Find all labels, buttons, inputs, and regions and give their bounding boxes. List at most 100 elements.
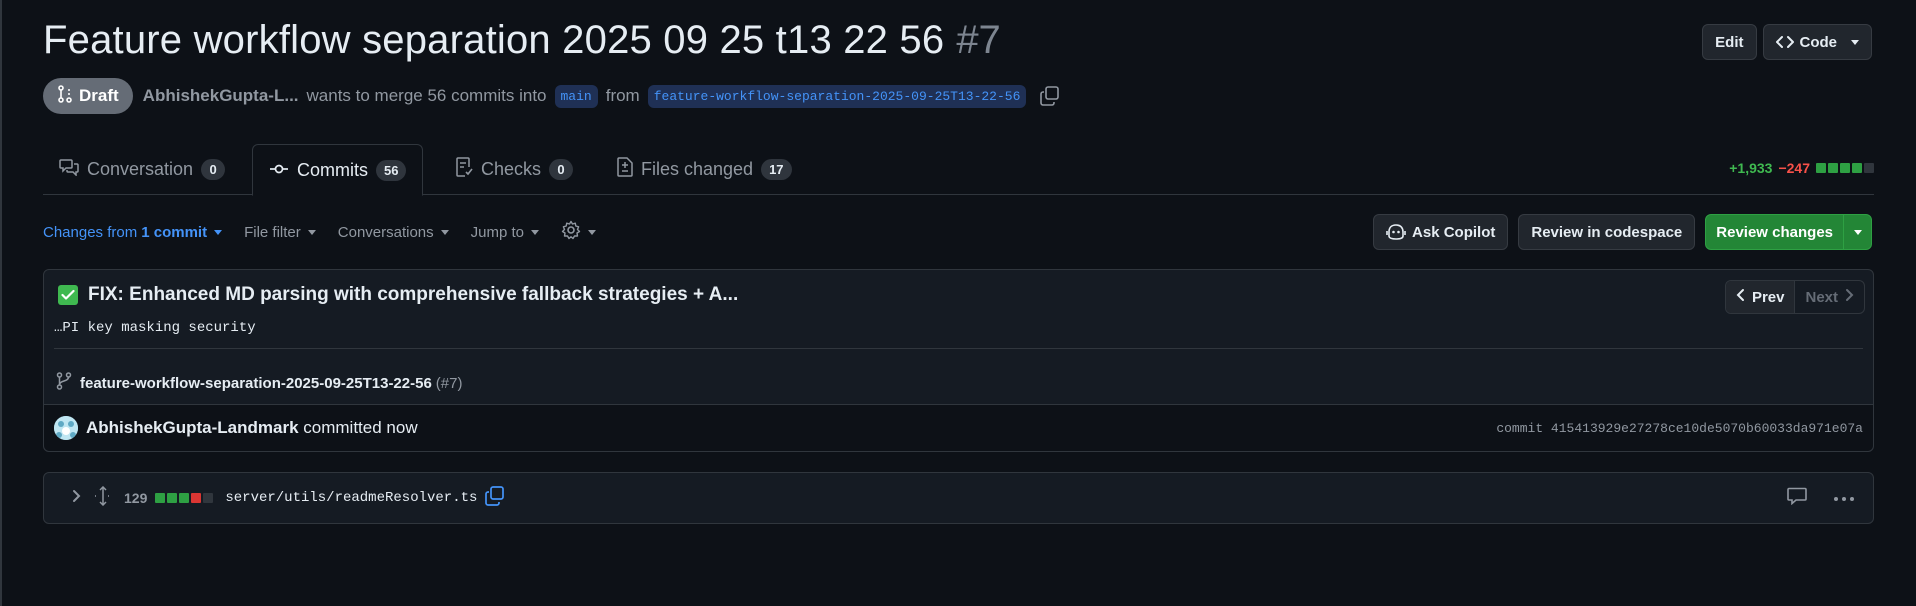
chevron-down-icon — [588, 229, 597, 235]
committer-info: AbhishekGupta-Landmark committed now — [86, 418, 418, 438]
prev-label: Prev — [1751, 288, 1785, 306]
commit-title: FIX: Enhanced MD parsing with comprehens… — [88, 284, 739, 305]
files-toolbar: Changes from 1 commit File filter Conver… — [43, 214, 597, 250]
chevron-down-icon — [531, 229, 540, 235]
jump-to-dropdown[interactable]: Jump to — [471, 224, 540, 241]
diffstat-block — [191, 493, 202, 503]
deletions-count: −247 — [1778, 160, 1810, 176]
base-branch[interactable]: main — [554, 84, 598, 108]
review-changes-button[interactable]: Review changes — [1705, 214, 1872, 250]
tab-files-changed[interactable]: Files changed 17 — [601, 144, 808, 195]
tab-conversation[interactable]: Conversation 0 — [43, 144, 241, 195]
tab-counter: 0 — [549, 159, 574, 180]
commit-details: FIX: Enhanced MD parsing with comprehens… — [43, 269, 1874, 452]
git-pull-request-draft-icon — [57, 84, 73, 108]
chevron-down-icon — [1851, 39, 1859, 45]
avatar[interactable] — [54, 416, 78, 440]
commit-branch-row: feature-workflow-separation-2025-09-25T1… — [56, 372, 462, 394]
chevron-right-icon[interactable] — [70, 488, 82, 509]
tab-counter: 56 — [376, 159, 407, 181]
review-changes-label: Review changes — [1716, 223, 1833, 241]
unfold-icon[interactable] — [94, 485, 112, 511]
commit-pr-link[interactable]: (#7) — [436, 375, 463, 392]
tab-label: Checks — [481, 159, 542, 179]
chevron-left-icon — [1736, 288, 1746, 306]
diffstat-blocks — [1816, 163, 1874, 173]
head-branch[interactable]: feature-workflow-separation-2025-09-25T1… — [647, 84, 1027, 108]
review-in-codespace-button[interactable]: Review in codespace — [1518, 214, 1696, 250]
tab-label: Files changed — [641, 159, 754, 179]
diffstat-block — [203, 493, 214, 503]
file-filter-label: File filter — [244, 223, 301, 241]
commit-body: …PI key masking security — [54, 320, 256, 336]
next-label: Next — [1805, 288, 1838, 306]
diffstat-block — [1840, 163, 1850, 173]
status-badge: Draft — [43, 78, 133, 114]
tab-counter: 0 — [201, 159, 226, 180]
from-text: from — [605, 86, 640, 105]
copilot-icon — [1386, 223, 1406, 241]
code-button-label: Code — [1799, 33, 1838, 51]
changes-from-value: 1 commit — [141, 223, 208, 241]
chevron-down-icon — [440, 229, 449, 235]
file-path[interactable]: server/utils/readmeResolver.ts — [225, 490, 477, 506]
chevron-right-icon — [1844, 288, 1854, 306]
diffstat-block — [1828, 163, 1838, 173]
diffstat-block — [1816, 163, 1826, 173]
commit-sha[interactable]: commit 415413929e27278ce10de5070b60033da… — [1496, 421, 1863, 436]
tab-counter: 17 — [761, 159, 792, 180]
tab-checks[interactable]: Checks 0 — [439, 144, 589, 195]
review-tools: Ask Copilot Review in codespace Review c… — [1373, 214, 1872, 250]
tab-label: Conversation — [87, 159, 194, 179]
chevron-down-icon — [214, 229, 223, 235]
file-header: 129 server/utils/readmeResolver.ts — [43, 472, 1874, 524]
edit-button[interactable]: Edit — [1702, 24, 1757, 60]
prev-commit-button[interactable]: Prev — [1725, 281, 1796, 313]
tab-commits[interactable]: Commits 56 — [252, 144, 424, 196]
diffstat-block — [179, 493, 190, 503]
chevron-down-icon — [307, 229, 316, 235]
copy-icon[interactable] — [1040, 86, 1060, 106]
settings-dropdown[interactable] — [561, 220, 597, 244]
copy-icon[interactable] — [485, 485, 505, 511]
commit-pager: Prev Next — [1724, 280, 1865, 314]
comment-icon[interactable] — [1787, 487, 1807, 510]
comment-discussion-icon — [59, 158, 79, 181]
committed-time: committed now — [303, 418, 418, 437]
changes-from-label: Changes from — [43, 223, 138, 241]
diffstat-block — [155, 493, 166, 503]
check-icon — [58, 285, 78, 305]
code-button[interactable]: Code — [1762, 24, 1872, 60]
file-change-count: 129 — [124, 490, 148, 506]
diffstat-block — [1852, 163, 1862, 173]
pr-title-row: Feature workflow separation 2025 09 25 t… — [43, 18, 1001, 63]
file-header-left: 129 server/utils/readmeResolver.ts — [70, 473, 505, 523]
pr-tabs: Conversation 0 Commits 56 Checks 0 Files… — [43, 144, 1874, 196]
file-diff-icon — [617, 157, 633, 182]
commit-branch-name[interactable]: feature-workflow-separation-2025-09-25T1… — [80, 375, 432, 392]
checklist-icon — [455, 157, 473, 182]
file-filter-dropdown[interactable]: File filter — [244, 224, 316, 241]
ask-copilot-label: Ask Copilot — [1412, 223, 1496, 241]
kebab-horizontal-icon[interactable] — [1833, 489, 1855, 507]
diffstat: +1,933 −247 — [1729, 160, 1874, 176]
diffstat-block — [1864, 163, 1874, 173]
gear-icon — [561, 220, 581, 244]
changes-from-dropdown[interactable]: Changes from 1 commit — [43, 223, 223, 241]
git-commit-icon — [269, 160, 289, 181]
status-badge-label: Draft — [79, 86, 119, 105]
next-commit-button[interactable]: Next — [1795, 281, 1864, 313]
conversations-dropdown[interactable]: Conversations — [338, 224, 449, 241]
merge-text: wants to merge 56 commits into — [306, 86, 547, 105]
chevron-down-icon[interactable] — [1843, 215, 1871, 249]
committer-name[interactable]: AbhishekGupta-Landmark — [86, 418, 299, 437]
divider — [54, 348, 1863, 349]
ask-copilot-button[interactable]: Ask Copilot — [1373, 214, 1509, 250]
file-diffstat-blocks — [155, 493, 214, 503]
author-link[interactable]: AbhishekGupta-L... — [143, 86, 299, 106]
pr-number: #7 — [956, 18, 1001, 62]
file-header-right — [1787, 473, 1855, 523]
pr-meta: Draft AbhishekGupta-L... wants to merge … — [43, 78, 1060, 114]
tab-label: Commits — [297, 159, 368, 180]
commit-footer: AbhishekGupta-Landmark committed now com… — [44, 404, 1873, 451]
